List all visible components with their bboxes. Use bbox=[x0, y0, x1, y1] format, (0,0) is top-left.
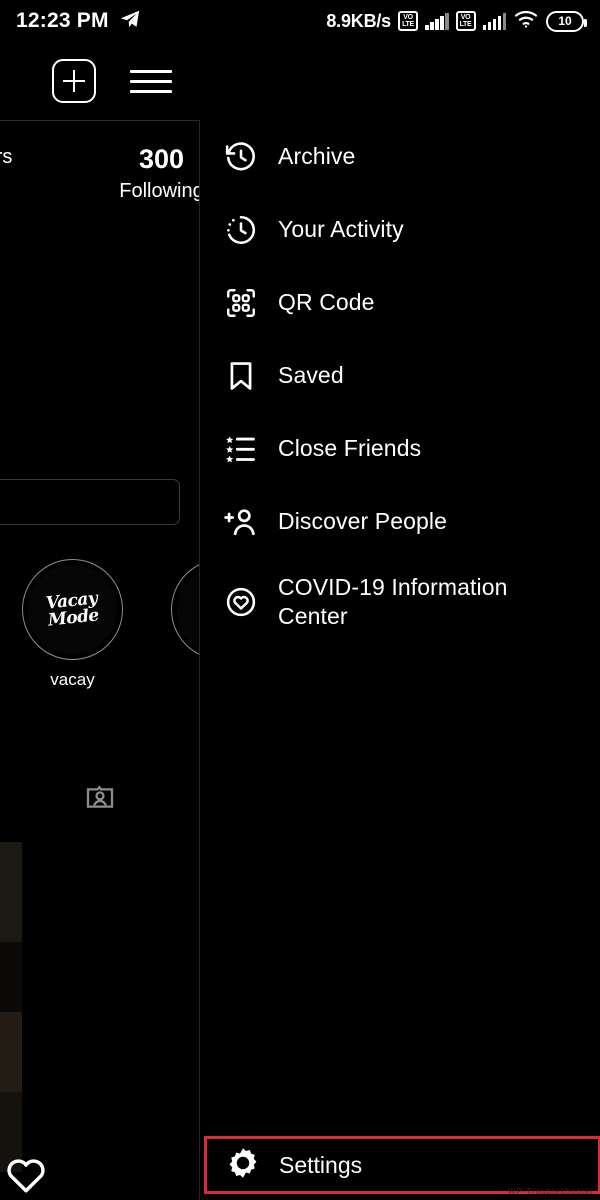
drawer-item-label: Close Friends bbox=[278, 435, 422, 461]
highlight-ring: Vacay Mode bbox=[22, 559, 123, 660]
drawer-item-archive[interactable]: Archive bbox=[200, 120, 600, 193]
highlight-vacay[interactable]: Vacay Mode vacay bbox=[22, 559, 123, 690]
drawer-item-label: Your Activity bbox=[278, 216, 404, 242]
volte-bottom: LTE bbox=[402, 21, 414, 28]
status-time: 12:23 PM bbox=[16, 9, 109, 32]
status-bar-right: 8.9KB/s VO LTE VO LTE 10 bbox=[326, 8, 587, 34]
drawer-item-settings[interactable]: Settings bbox=[204, 1136, 600, 1194]
photo-grid[interactable] bbox=[0, 842, 22, 1172]
profile-tabs bbox=[0, 782, 200, 814]
drawer-item-covid-info[interactable]: COVID-19 Information Center bbox=[200, 558, 600, 646]
person-add-icon bbox=[223, 504, 259, 540]
settings-label: Settings bbox=[279, 1151, 363, 1178]
hamburger-menu-icon[interactable] bbox=[130, 69, 172, 93]
watermark: WP-Troubleshooter bbox=[507, 1187, 594, 1196]
status-bar-left: 12:23 PM bbox=[16, 8, 141, 35]
drawer-item-list: Archive Your Activity QR Code Saved Clos… bbox=[200, 120, 600, 646]
qr-code-icon bbox=[223, 285, 259, 321]
profile-top-bar bbox=[0, 42, 600, 120]
drawer-item-saved[interactable]: Saved bbox=[200, 339, 600, 412]
network-speed: 8.9KB/s bbox=[326, 10, 391, 31]
add-post-button[interactable] bbox=[52, 59, 96, 103]
activity-clock-icon bbox=[223, 212, 259, 248]
side-drawer-menu: Archive Your Activity QR Code Saved Clos… bbox=[199, 120, 600, 1200]
battery-level: 10 bbox=[558, 14, 572, 28]
volte-top: VO bbox=[460, 14, 471, 21]
drawer-item-label: Saved bbox=[278, 362, 344, 388]
highlight-label: vacay bbox=[50, 670, 95, 689]
wifi-icon bbox=[513, 8, 539, 34]
volte-icon: VO LTE bbox=[455, 11, 476, 31]
bookmark-icon bbox=[223, 358, 259, 394]
drawer-item-close-friends[interactable]: Close Friends bbox=[200, 412, 600, 485]
profile-stats: ers 300 Following bbox=[0, 142, 220, 206]
archive-clock-icon bbox=[223, 139, 259, 175]
signal-bars-sim2 bbox=[482, 12, 506, 30]
volte-icon: VO LTE bbox=[398, 11, 418, 31]
volte-bottom: LTE bbox=[459, 21, 472, 28]
status-bar: 12:23 PM 8.9KB/s VO LTE VO LTE 10 bbox=[0, 0, 600, 42]
plus-square-icon bbox=[52, 59, 96, 103]
drawer-item-your-activity[interactable]: Your Activity bbox=[200, 193, 600, 266]
tagged-photos-icon[interactable] bbox=[82, 782, 118, 814]
covid-heart-icon bbox=[223, 584, 259, 620]
drawer-item-label: COVID-19 Information Center bbox=[278, 574, 508, 629]
edit-profile-button[interactable] bbox=[0, 479, 180, 525]
star-list-icon bbox=[223, 431, 259, 467]
drawer-item-discover-people[interactable]: Discover People bbox=[200, 485, 600, 558]
gear-icon bbox=[226, 1146, 260, 1185]
battery-indicator: 10 bbox=[546, 10, 587, 32]
drawer-item-qr-code[interactable]: QR Code bbox=[200, 266, 600, 339]
highlight-cover-text: Vacay Mode bbox=[23, 560, 122, 659]
signal-bars-sim1 bbox=[425, 12, 449, 30]
heart-icon[interactable] bbox=[4, 1154, 48, 1194]
stat-followers[interactable]: ers bbox=[0, 142, 57, 172]
drawer-item-label: Discover People bbox=[278, 508, 447, 534]
send-icon bbox=[119, 8, 141, 35]
followers-label: ers bbox=[0, 146, 13, 168]
volte-top: VO bbox=[403, 14, 413, 21]
drawer-item-label: QR Code bbox=[278, 289, 375, 315]
drawer-item-label: Archive bbox=[278, 143, 356, 169]
